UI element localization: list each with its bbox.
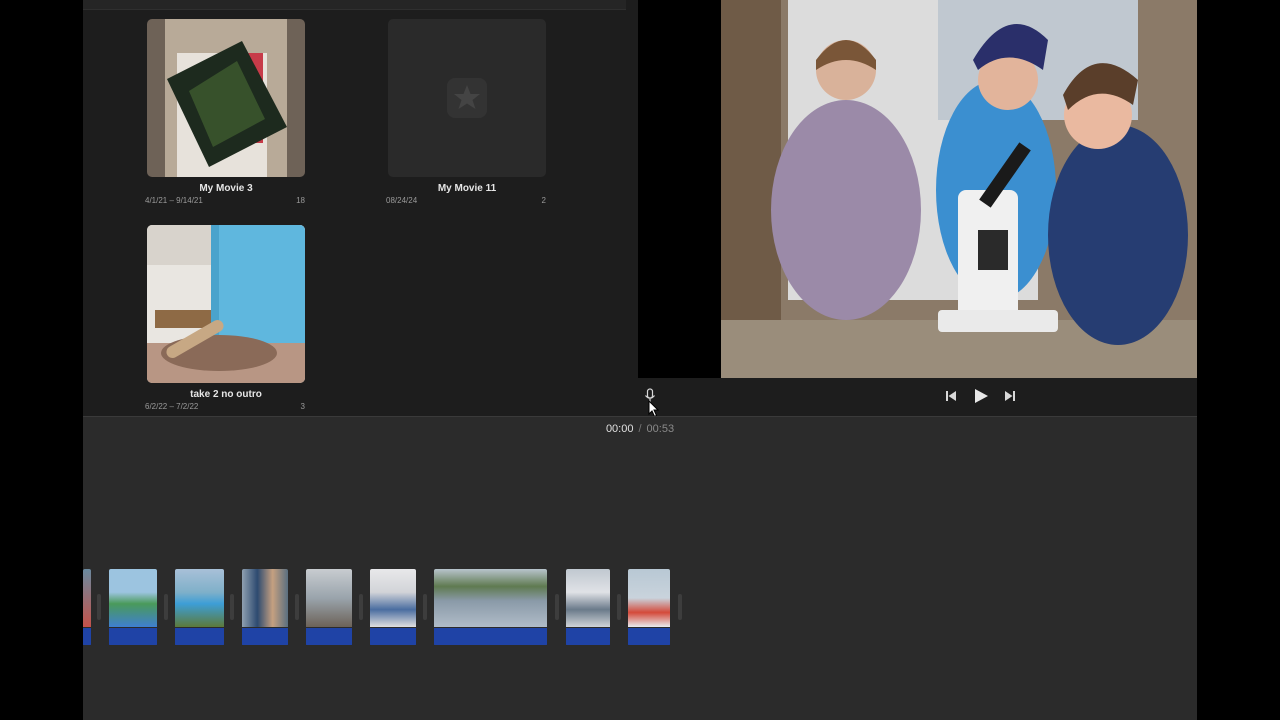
- project-thumbnail[interactable]: [147, 19, 305, 177]
- timeline-clip[interactable]: [242, 569, 288, 646]
- project-thumbnail-empty[interactable]: [388, 19, 546, 177]
- project-dates: 4/1/21 – 9/14/21: [145, 196, 203, 205]
- project-card-my-movie-11[interactable]: My Movie 11 08/24/24 2: [386, 19, 548, 205]
- timeline-clip[interactable]: [628, 569, 670, 646]
- timeline-clip[interactable]: [83, 569, 91, 646]
- timecode-display: 00:00 / 00:53: [83, 423, 1197, 435]
- skip-forward-icon[interactable]: [1003, 389, 1017, 406]
- project-card-my-movie-3[interactable]: My Movie 3 4/1/21 – 9/14/21 18: [145, 19, 307, 205]
- project-browser: My Movie 3 4/1/21 – 9/14/21 18 My Movie …: [83, 0, 626, 416]
- transition-marker[interactable]: [617, 594, 621, 620]
- timeline-clip[interactable]: [175, 569, 224, 646]
- time-separator: /: [638, 423, 642, 435]
- project-card-take-2[interactable]: take 2 no outro 6/2/22 – 7/2/22 3: [145, 225, 307, 411]
- timeline-clip[interactable]: [370, 569, 416, 646]
- timeline-clip[interactable]: [566, 569, 610, 646]
- play-icon[interactable]: [972, 387, 990, 408]
- viewer-controls: [638, 378, 1197, 418]
- transition-marker[interactable]: [555, 594, 559, 620]
- transition-marker[interactable]: [359, 594, 363, 620]
- imovie-window: My Movie 3 4/1/21 – 9/14/21 18 My Movie …: [83, 0, 1197, 720]
- project-dates: 08/24/24: [386, 196, 418, 205]
- transition-marker[interactable]: [295, 594, 299, 620]
- project-title: My Movie 11: [437, 183, 497, 194]
- transition-marker[interactable]: [97, 594, 101, 620]
- right-letterbox: [1197, 0, 1280, 720]
- video-frame: [638, 0, 1197, 378]
- timeline-clip[interactable]: [306, 569, 352, 646]
- video-viewer: [638, 0, 1197, 378]
- project-dates: 6/2/22 – 7/2/22: [145, 402, 199, 411]
- project-title: My Movie 3: [199, 183, 253, 194]
- pane-divider[interactable]: [626, 0, 638, 416]
- timeline-clip[interactable]: [434, 569, 547, 646]
- project-clip-count: 3: [300, 402, 305, 411]
- project-clip-count: 18: [296, 196, 305, 205]
- current-time: 00:00: [605, 423, 634, 435]
- project-title: take 2 no outro: [190, 389, 262, 400]
- total-duration: 00:53: [646, 423, 675, 435]
- timeline[interactable]: 00:00 / 00:53: [83, 416, 1197, 720]
- project-clip-count: 2: [541, 196, 546, 205]
- transition-marker[interactable]: [678, 594, 682, 620]
- skip-back-icon[interactable]: [944, 389, 958, 406]
- transition-marker[interactable]: [230, 594, 234, 620]
- timeline-clip[interactable]: [109, 569, 157, 646]
- browser-header: [83, 0, 626, 10]
- transition-marker[interactable]: [423, 594, 427, 620]
- transition-marker[interactable]: [164, 594, 168, 620]
- project-thumbnail[interactable]: [147, 225, 305, 383]
- left-letterbox: [0, 0, 83, 720]
